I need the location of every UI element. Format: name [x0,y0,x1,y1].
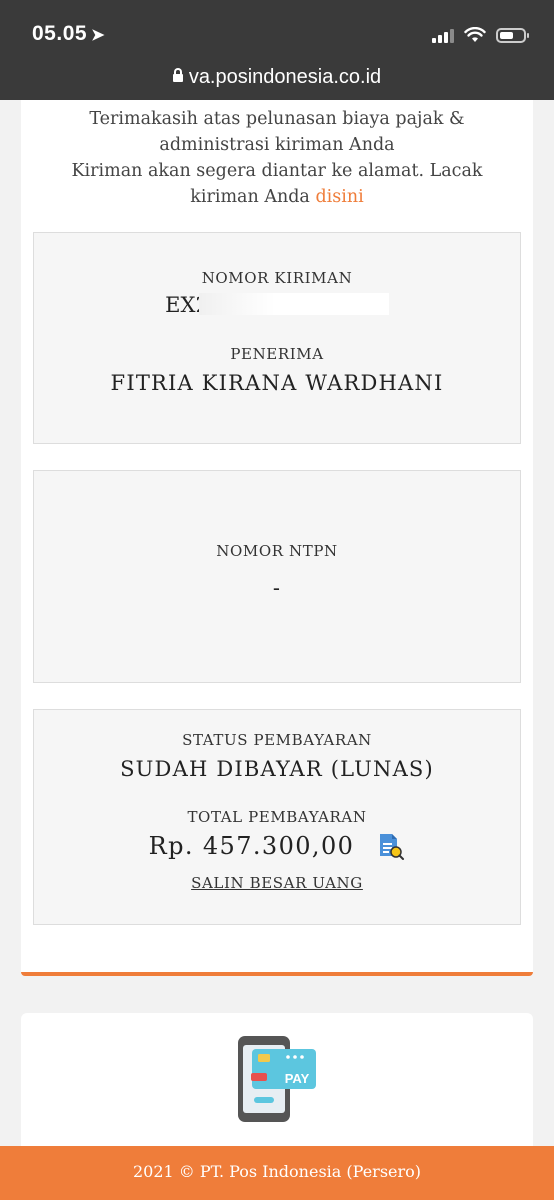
location-arrow-icon: ➤ [91,27,105,44]
browser-top-bar: 05.05 ➤ va.posindonesia.co.id [0,0,554,100]
address-bar[interactable]: va.posindonesia.co.id [0,66,554,89]
total-payment-amount: Rp. 457.300,00 [148,832,355,860]
tracking-text: Kiriman akan segera diantar ke alamat. L… [35,158,519,210]
tracking-link[interactable]: disini [315,187,363,207]
copy-amount-text[interactable]: SALIN BESAR UANG [191,874,363,892]
recipient-label: PENERIMA [230,345,324,363]
copy-amount-link[interactable]: SALIN BESAR UANG [34,874,520,892]
wifi-icon [464,27,486,42]
shipment-number-value: EX2 [34,293,520,317]
recipient-name: FITRIA KIRANA WARDHANI [110,371,444,395]
total-payment-label: TOTAL PEMBAYARAN [187,808,367,826]
thank-you-text: Terimakasih atas pelunasan biaya pajak &… [89,109,465,155]
ntpn-label: NOMOR NTPN [216,542,338,560]
status-icons [432,24,529,46]
lock-icon [172,68,183,82]
promo-card: PAY [21,1013,533,1153]
footer: 2021 © PT. Pos Indonesia (Persero) [0,1146,554,1200]
shipment-panel: NOMOR KIRIMAN EX2 PENERIMA FITRIA KIRANA… [33,232,521,444]
tracking-prefix: Kiriman akan segera diantar ke alamat. L… [71,161,483,207]
battery-icon [496,27,529,43]
total-payment-row: Rp. 457.300,00 [34,832,520,860]
pay-text: PAY [285,1071,310,1086]
payment-panel: STATUS PEMBAYARAN SUDAH DIBAYAR (LUNAS) … [33,709,521,925]
copy-document-search-icon[interactable] [377,832,405,860]
url-text: va.posindonesia.co.id [188,66,382,88]
intro-message: Terimakasih atas pelunasan biaya pajak &… [21,106,533,210]
shipment-number-label: NOMOR KIRIMAN [201,269,353,287]
payment-status-value: SUDAH DIBAYAR (LUNAS) [120,757,434,781]
ntpn-panel: NOMOR NTPN - [33,470,521,683]
payment-status-label: STATUS PEMBAYARAN [182,731,372,749]
cellular-signal-icon [432,27,454,43]
copyright-text: 2021 © PT. Pos Indonesia (Persero) [132,1162,422,1181]
ntpn-value: - [272,576,282,600]
redaction-mask [198,293,389,315]
payment-confirmation-card: Terimakasih atas pelunasan biaya pajak &… [21,100,533,976]
mobile-payment-illustration: PAY [238,1036,316,1122]
status-time: 05.05 ➤ [32,22,105,46]
time-text: 05.05 [32,22,88,45]
